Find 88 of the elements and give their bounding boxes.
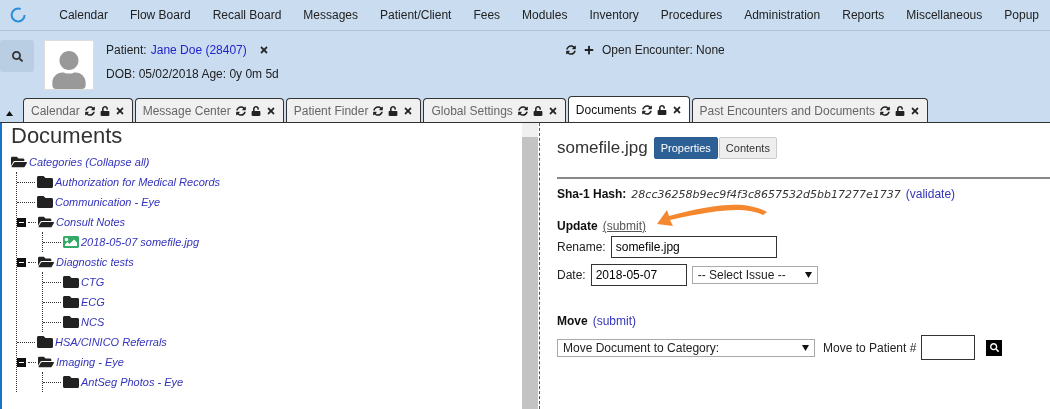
patient-dob: DOB: 05/02/2018 Age: 0y 0m 5d: [106, 67, 280, 81]
menu-item[interactable]: Fees: [462, 8, 512, 22]
menu-item[interactable]: Messages: [292, 8, 370, 22]
date-label: Date:: [557, 268, 586, 282]
tree-item[interactable]: Communication - Eye: [55, 196, 161, 208]
tab[interactable]: Documents: [567, 96, 690, 122]
menu-item[interactable]: Popup: [993, 8, 1050, 22]
tab[interactable]: Global Settings: [423, 98, 566, 122]
refresh-icon[interactable]: [566, 45, 576, 55]
unlock-icon[interactable]: [250, 105, 261, 116]
patient-number-label: Move to Patient #: [823, 340, 917, 355]
view-tab[interactable]: Contents: [718, 137, 777, 159]
menu-item[interactable]: Inventory: [578, 8, 650, 22]
close-icon[interactable]: [547, 105, 558, 116]
tab[interactable]: Patient Finder: [285, 98, 422, 122]
date-field[interactable]: 2018-05-07: [590, 264, 687, 286]
patient-label: Patient:: [106, 43, 147, 57]
collapse-caret-icon[interactable]: [6, 109, 13, 118]
search-button[interactable]: [986, 339, 1003, 356]
menu-item[interactable]: Recall Board: [201, 8, 293, 22]
menu-item[interactable]: Administration: [733, 8, 832, 22]
refresh-icon[interactable]: [641, 104, 652, 115]
rename-field[interactable]: somefile.jpg: [610, 236, 777, 258]
refresh-icon[interactable]: [373, 105, 384, 116]
update-heading: Update: [557, 219, 598, 233]
menu-item[interactable]: Patient/Client: [369, 8, 463, 22]
tree-item[interactable]: AntSeg Photos - Eye: [81, 376, 184, 388]
close-icon[interactable]: [403, 105, 414, 116]
issue-select[interactable]: -- Select Issue --: [691, 266, 818, 284]
tab[interactable]: Message Center: [134, 98, 284, 122]
image-file-icon: [63, 234, 79, 250]
unlock-icon[interactable]: [656, 104, 667, 115]
menu-item[interactable]: Miscellaneous: [895, 8, 994, 22]
unlock-icon[interactable]: [388, 105, 399, 116]
unlock-icon[interactable]: [99, 105, 110, 116]
avatar-silhouette: [44, 40, 94, 90]
validate-link[interactable]: (validate): [905, 187, 956, 201]
dropdown-caret-icon[interactable]: [804, 272, 812, 278]
tree-item[interactable]: HSA/CINICO Referrals: [55, 336, 167, 348]
sidebar-title: Documents: [11, 123, 124, 149]
tab[interactable]: Past Encounters and Documents: [691, 98, 928, 122]
hash-label: Sha-1 Hash:: [557, 187, 627, 201]
dropdown-caret-icon[interactable]: [802, 344, 809, 351]
tree-item[interactable]: Imaging - Eye: [56, 356, 124, 368]
tree-item[interactable]: NCS: [81, 316, 105, 328]
rename-label: Rename:: [557, 240, 606, 254]
patient-number-field[interactable]: [921, 335, 976, 360]
collapse-icon[interactable]: [17, 217, 26, 227]
refresh-icon[interactable]: [880, 105, 890, 116]
search-button[interactable]: [0, 40, 34, 72]
category-select[interactable]: Move Document to Category:: [557, 338, 815, 357]
refresh-icon[interactable]: [84, 105, 95, 116]
search-icon: [11, 50, 23, 62]
search-icon: [989, 343, 999, 352]
menu-item[interactable]: Flow Board: [118, 8, 202, 22]
tree-item[interactable]: CTG: [81, 276, 105, 288]
tree-item[interactable]: Diagnostic tests: [56, 256, 134, 268]
menu-item[interactable]: Procedures: [649, 8, 734, 22]
collapse-icon[interactable]: [17, 357, 26, 367]
tree-item[interactable]: Authorization for Medical Records: [55, 176, 221, 188]
unlock-icon[interactable]: [532, 105, 543, 116]
hash-value: 28cc36258b9ec9f4f3c8657532d5bb17277e1737: [631, 187, 901, 201]
plus-icon[interactable]: [584, 45, 594, 55]
close-icon[interactable]: [265, 105, 276, 116]
move-heading: Move: [557, 314, 588, 328]
open-encounter-text: Open Encounter: None: [602, 43, 725, 57]
close-icon[interactable]: [114, 105, 125, 116]
refresh-icon[interactable]: [235, 105, 246, 116]
tree-item[interactable]: ECG: [81, 296, 105, 308]
close-icon[interactable]: [910, 105, 920, 116]
document-filename: somefile.jpg: [557, 138, 648, 158]
collapse-icon[interactable]: [17, 257, 26, 267]
close-icon[interactable]: [258, 45, 269, 55]
tab[interactable]: Calendar: [23, 98, 133, 122]
refresh-icon[interactable]: [517, 105, 528, 116]
patient-name-link[interactable]: Jane Doe (28407): [150, 43, 247, 57]
menu-item[interactable]: Calendar: [48, 8, 119, 22]
close-icon[interactable]: [671, 104, 682, 115]
tree-item[interactable]: Consult Notes: [56, 216, 126, 228]
scrollbar[interactable]: [522, 123, 538, 409]
view-tab[interactable]: Properties: [653, 137, 718, 159]
submit-link[interactable]: (submit): [592, 314, 637, 328]
menu-item[interactable]: Modules: [511, 8, 579, 22]
unlock-icon[interactable]: [895, 105, 905, 116]
submit-link[interactable]: (submit): [602, 219, 646, 233]
tree-item[interactable]: Categories (Collapse all): [29, 156, 150, 168]
menu-item[interactable]: Reports: [831, 8, 896, 22]
tree-item[interactable]: 2018-05-07 somefile.jpg: [81, 236, 200, 248]
